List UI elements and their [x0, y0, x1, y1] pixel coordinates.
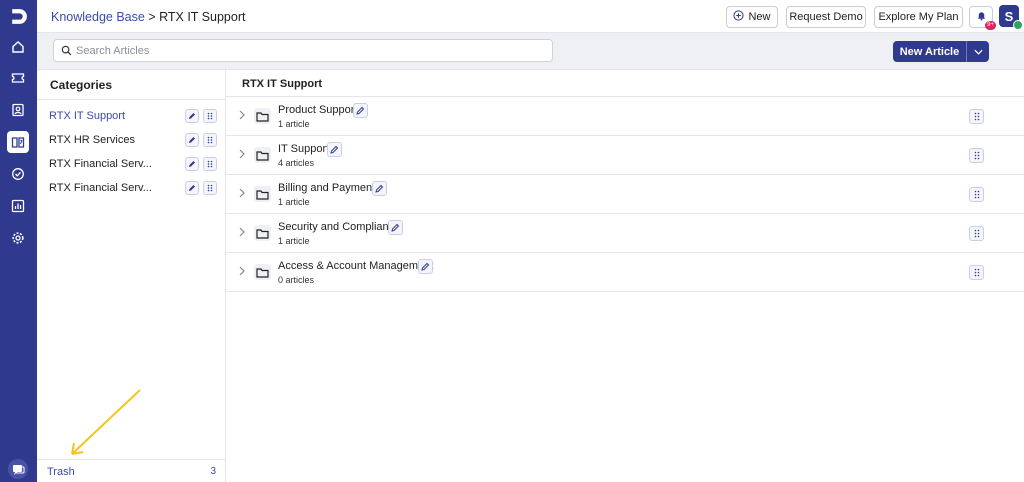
article-count: 1 article [278, 236, 310, 246]
top-bar: Knowledge Base > RTX IT Support New Requ… [37, 0, 1024, 33]
edit-folder-icon[interactable] [353, 103, 368, 118]
folder-name[interactable]: IT Support [278, 143, 329, 155]
article-count: 1 article [278, 197, 310, 207]
avatar-initial: S [1004, 8, 1014, 24]
breadcrumb-knowledge-base-link[interactable]: Knowledge Base [51, 10, 145, 24]
search-box[interactable] [53, 39, 553, 62]
chevron-right-icon[interactable] [238, 149, 246, 159]
folder-icon [254, 147, 271, 163]
categories-title: Categories [50, 78, 113, 92]
notification-badge: 9+ [985, 21, 996, 30]
online-status-icon [1013, 20, 1023, 30]
folder-icon [254, 108, 271, 124]
chevron-right-icon[interactable] [238, 110, 246, 120]
folder-icon [254, 264, 271, 280]
folder-name[interactable]: Billing and Payments [278, 182, 381, 194]
reports-icon[interactable] [7, 195, 29, 217]
drag-handle-icon[interactable] [969, 109, 984, 124]
plus-circle-icon [733, 10, 745, 24]
article-count: 1 article [278, 119, 310, 129]
chat-icon[interactable] [5, 458, 31, 480]
settings-icon[interactable] [7, 227, 29, 249]
search-input[interactable] [76, 43, 546, 59]
new-article-dropdown-toggle[interactable] [967, 41, 989, 62]
edit-folder-icon[interactable] [418, 259, 433, 274]
search-toolbar: New Article [37, 33, 1024, 70]
breadcrumb: Knowledge Base > RTX IT Support [51, 10, 245, 24]
annotation-arrow-icon [71, 389, 141, 455]
new-article-button[interactable]: New Article [893, 41, 967, 62]
drag-handle-icon[interactable] [203, 109, 217, 123]
user-avatar[interactable]: S [999, 5, 1023, 30]
ticket-icon[interactable] [7, 67, 29, 89]
drag-handle-icon[interactable] [203, 157, 217, 171]
article-count: 4 articles [278, 158, 315, 168]
category-item-rtx-financial-services-1[interactable]: RTX Financial Serv... [49, 155, 217, 173]
category-item-rtx-it-support[interactable]: RTX IT Support [49, 107, 217, 125]
section-title: RTX IT Support [242, 78, 323, 90]
category-label: RTX HR Services [49, 134, 135, 146]
edit-category-icon[interactable] [185, 157, 200, 171]
drag-handle-icon[interactable] [969, 226, 984, 241]
breadcrumb-current: RTX IT Support [159, 10, 246, 24]
home-icon[interactable] [7, 36, 29, 58]
folder-row[interactable]: Security and Compliance 1 article [226, 214, 1024, 253]
trash-count: 3 [210, 466, 216, 477]
request-demo-button[interactable]: Request Demo [786, 6, 866, 28]
category-label: RTX Financial Serv... [49, 158, 152, 170]
category-item-rtx-financial-services-2[interactable]: RTX Financial Serv... [49, 179, 217, 197]
contacts-icon[interactable] [7, 99, 29, 121]
folder-list-panel: RTX IT Support Product Support 1 article… [226, 70, 1024, 482]
drag-handle-icon[interactable] [969, 265, 984, 280]
edit-category-icon[interactable] [185, 109, 200, 123]
tasks-icon[interactable] [7, 163, 29, 185]
folder-row[interactable]: Product Support 1 article [226, 97, 1024, 136]
chevron-right-icon[interactable] [238, 266, 246, 276]
search-icon [61, 45, 72, 56]
category-label: RTX Financial Serv... [49, 182, 152, 194]
chevron-right-icon[interactable] [238, 227, 246, 237]
folder-row[interactable]: Billing and Payments 1 article [226, 175, 1024, 214]
trash-label: Trash [47, 466, 75, 478]
chevron-down-icon [973, 49, 983, 55]
edit-folder-icon[interactable] [327, 142, 342, 157]
drag-handle-icon[interactable] [969, 187, 984, 202]
edit-category-icon[interactable] [185, 181, 200, 195]
folder-name[interactable]: Security and Compliance [278, 221, 400, 233]
explore-my-plan-button[interactable]: Explore My Plan [874, 6, 963, 28]
trash-link[interactable]: Trash 3 [37, 459, 226, 482]
new-button[interactable]: New [726, 6, 778, 28]
folder-name[interactable]: Product Support [278, 104, 358, 116]
edit-folder-icon[interactable] [388, 220, 403, 235]
drag-handle-icon[interactable] [969, 148, 984, 163]
folder-row[interactable]: IT Support 4 articles [226, 136, 1024, 175]
category-label: RTX IT Support [49, 110, 126, 122]
category-item-rtx-hr-services[interactable]: RTX HR Services [49, 131, 217, 149]
folder-icon [254, 186, 271, 202]
new-article-split-button: New Article [893, 41, 989, 62]
folder-name[interactable]: Access & Account Management [278, 260, 433, 272]
drag-handle-icon[interactable] [203, 181, 217, 195]
divider [37, 99, 226, 100]
left-nav-rail [0, 0, 37, 482]
drag-handle-icon[interactable] [203, 133, 217, 147]
notifications-button[interactable]: 9+ [969, 6, 996, 30]
logo-icon[interactable] [8, 6, 29, 27]
new-button-label: New [748, 11, 771, 23]
breadcrumb-separator: > [144, 10, 160, 24]
knowledge-base-icon[interactable] [7, 131, 29, 153]
folder-row[interactable]: Access & Account Management 0 articles [226, 253, 1024, 292]
article-count: 0 articles [278, 275, 315, 285]
folder-icon [254, 225, 271, 241]
chevron-right-icon[interactable] [238, 188, 246, 198]
edit-category-icon[interactable] [185, 133, 200, 147]
edit-folder-icon[interactable] [372, 181, 387, 196]
